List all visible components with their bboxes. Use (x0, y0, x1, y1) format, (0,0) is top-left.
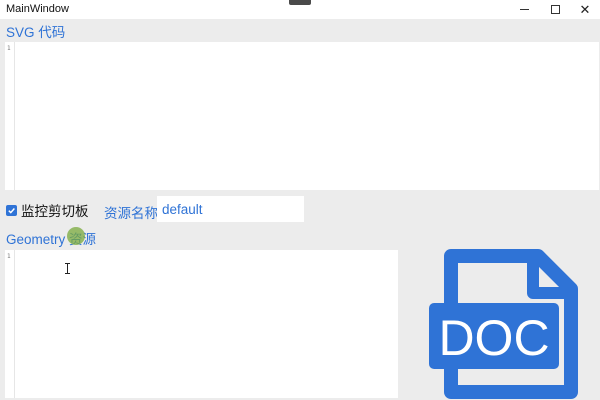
checkbox-checked-icon (6, 204, 17, 216)
cursor-click-indicator (67, 227, 85, 245)
minimize-icon (519, 9, 529, 10)
maximize-button[interactable] (540, 0, 570, 19)
monitor-clipboard-label: 监控剪切板 (21, 204, 89, 219)
text-cursor-icon (65, 263, 71, 274)
line-number-gutter: 1 (5, 250, 15, 398)
close-button[interactable]: ✕ (570, 0, 600, 19)
svg-code-editor[interactable]: 1 (5, 42, 599, 190)
doc-icon-label: DOC (438, 310, 549, 366)
line-number: 1 (7, 253, 11, 260)
monitor-clipboard-checkbox[interactable]: 监控剪切板 (6, 201, 89, 219)
geometry-resource-editor[interactable]: 1 (5, 250, 398, 398)
drag-handle[interactable] (289, 0, 311, 5)
line-number: 1 (7, 45, 11, 52)
line-number-gutter: 1 (5, 42, 15, 190)
close-icon: ✕ (579, 1, 591, 17)
resource-name-input[interactable] (157, 196, 304, 222)
doc-file-icon: DOC (429, 249, 578, 399)
minimize-button[interactable] (509, 0, 539, 19)
svg-code-heading: SVG 代码 (6, 25, 66, 40)
resource-name-label: 资源名称 (104, 206, 158, 221)
maximize-icon (550, 5, 560, 14)
window-title: MainWindow (6, 3, 69, 15)
title-bar: MainWindow ✕ (0, 0, 600, 19)
